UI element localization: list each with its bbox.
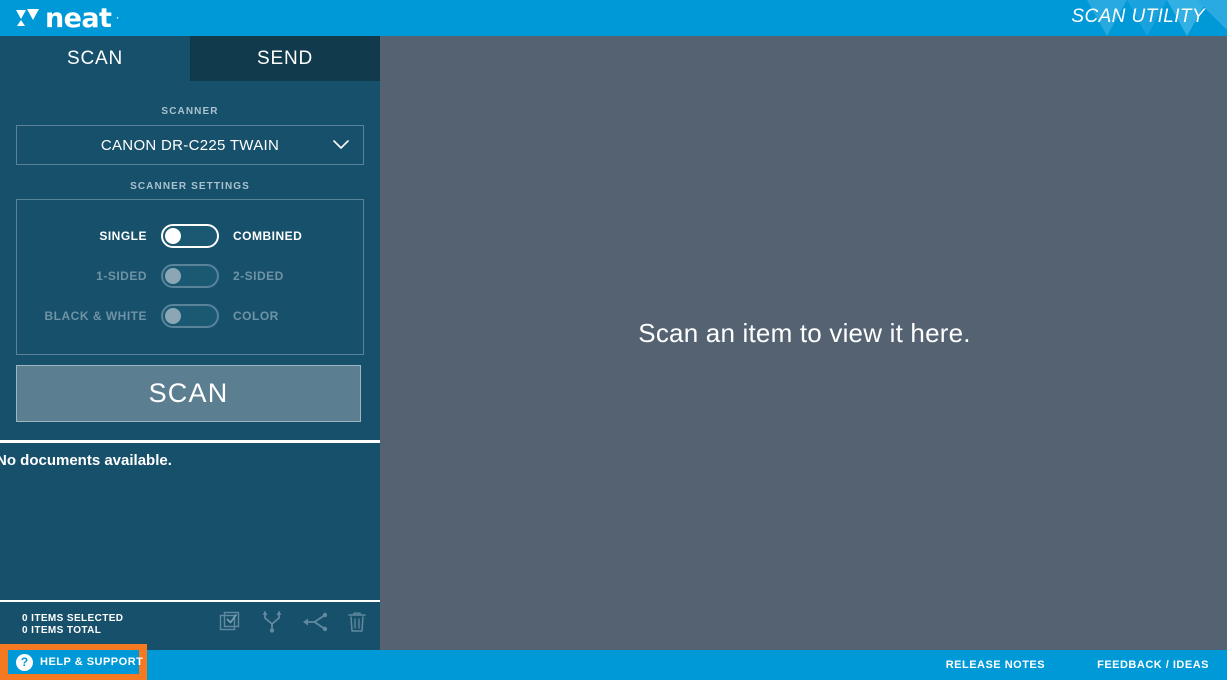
toggle-row-single-combined: SINGLE COMBINED [17, 216, 363, 256]
toggle-label-single: SINGLE [99, 229, 147, 243]
item-counts: 0 ITEMS SELECTED 0 ITEMS TOTAL [22, 613, 123, 637]
scanner-label: SCANNER [161, 106, 219, 117]
document-list-empty-message: No documents available. [0, 452, 172, 469]
select-all-checkbox-icon[interactable] [219, 611, 241, 633]
neat-triangle-logo-icon [16, 9, 39, 26]
toggle-knob [165, 228, 181, 244]
scanner-settings-box: SINGLE COMBINED 1-SIDED 2-SIDED BLACK & … [16, 199, 364, 355]
neat-logo: neat · [16, 3, 119, 33]
app-title: SCAN UTILITY [1071, 6, 1205, 27]
toggle-1-sided-2-sided [161, 264, 219, 288]
feedback-ideas-link[interactable]: FEEDBACK / IDEAS [1097, 659, 1209, 671]
help-support-label: HELP & SUPPORT [40, 656, 144, 668]
toggle-knob [165, 308, 181, 324]
toggle-row-sided: 1-SIDED 2-SIDED [17, 256, 363, 296]
toggle-black-white-color [161, 304, 219, 328]
logo-wordmark: neat [45, 2, 112, 34]
question-mark-icon: ? [16, 653, 33, 671]
split-documents-icon[interactable] [262, 611, 282, 633]
tab-send[interactable]: SEND [190, 36, 380, 81]
scanner-settings-label: SCANNER SETTINGS [130, 181, 250, 192]
toggle-label-black-white: BLACK & WHITE [44, 309, 147, 323]
status-bar-actions [219, 611, 366, 633]
release-notes-link[interactable]: RELEASE NOTES [946, 659, 1045, 671]
sidebar-status-bar: 0 ITEMS SELECTED 0 ITEMS TOTAL [0, 602, 380, 650]
main-preview-panel: Scan an item to view it here. [382, 36, 1227, 650]
tab-scan[interactable]: SCAN [0, 36, 190, 81]
toggle-knob [165, 268, 181, 284]
footer-links: RELEASE NOTES FEEDBACK / IDEAS [946, 650, 1209, 680]
sidebar-tabs: SCAN SEND [0, 36, 380, 81]
toggle-label-1-sided: 1-SIDED [96, 269, 147, 283]
toggle-row-color: BLACK & WHITE COLOR [17, 296, 363, 336]
toggle-single-combined[interactable] [161, 224, 219, 248]
logo-trademark: · [116, 13, 120, 23]
left-sidebar: SCAN SEND SCANNER CANON DR-C225 TWAIN SC… [0, 36, 380, 650]
toggle-label-color: COLOR [233, 309, 279, 323]
toggle-label-combined: COMBINED [233, 229, 303, 243]
scan-utility-window: neat · SCAN UTILITY SCAN SEND SCANNER CAN… [0, 0, 1227, 680]
merge-documents-icon[interactable] [303, 612, 327, 632]
items-selected-count: 0 ITEMS SELECTED [22, 613, 124, 624]
scanner-select-value: CANON DR-C225 TWAIN [100, 136, 280, 154]
document-list: No documents available. [0, 443, 380, 600]
chevron-down-icon [333, 140, 349, 150]
scanner-select[interactable]: CANON DR-C225 TWAIN [16, 125, 364, 165]
scan-button[interactable]: SCAN [16, 365, 361, 422]
app-header: neat · SCAN UTILITY [0, 0, 1227, 36]
items-total-count: 0 ITEMS TOTAL [22, 625, 102, 636]
toggle-label-2-sided: 2-SIDED [233, 269, 284, 283]
scanner-section: SCANNER CANON DR-C225 TWAIN SCANNER SETT… [0, 106, 380, 355]
app-footer: RELEASE NOTES FEEDBACK / IDEAS [0, 650, 1227, 680]
preview-empty-message: Scan an item to view it here. [638, 318, 971, 348]
delete-trash-icon[interactable] [348, 611, 366, 633]
help-support-highlight: ? HELP & SUPPORT [0, 644, 147, 680]
help-support-button[interactable]: ? HELP & SUPPORT [8, 650, 143, 674]
